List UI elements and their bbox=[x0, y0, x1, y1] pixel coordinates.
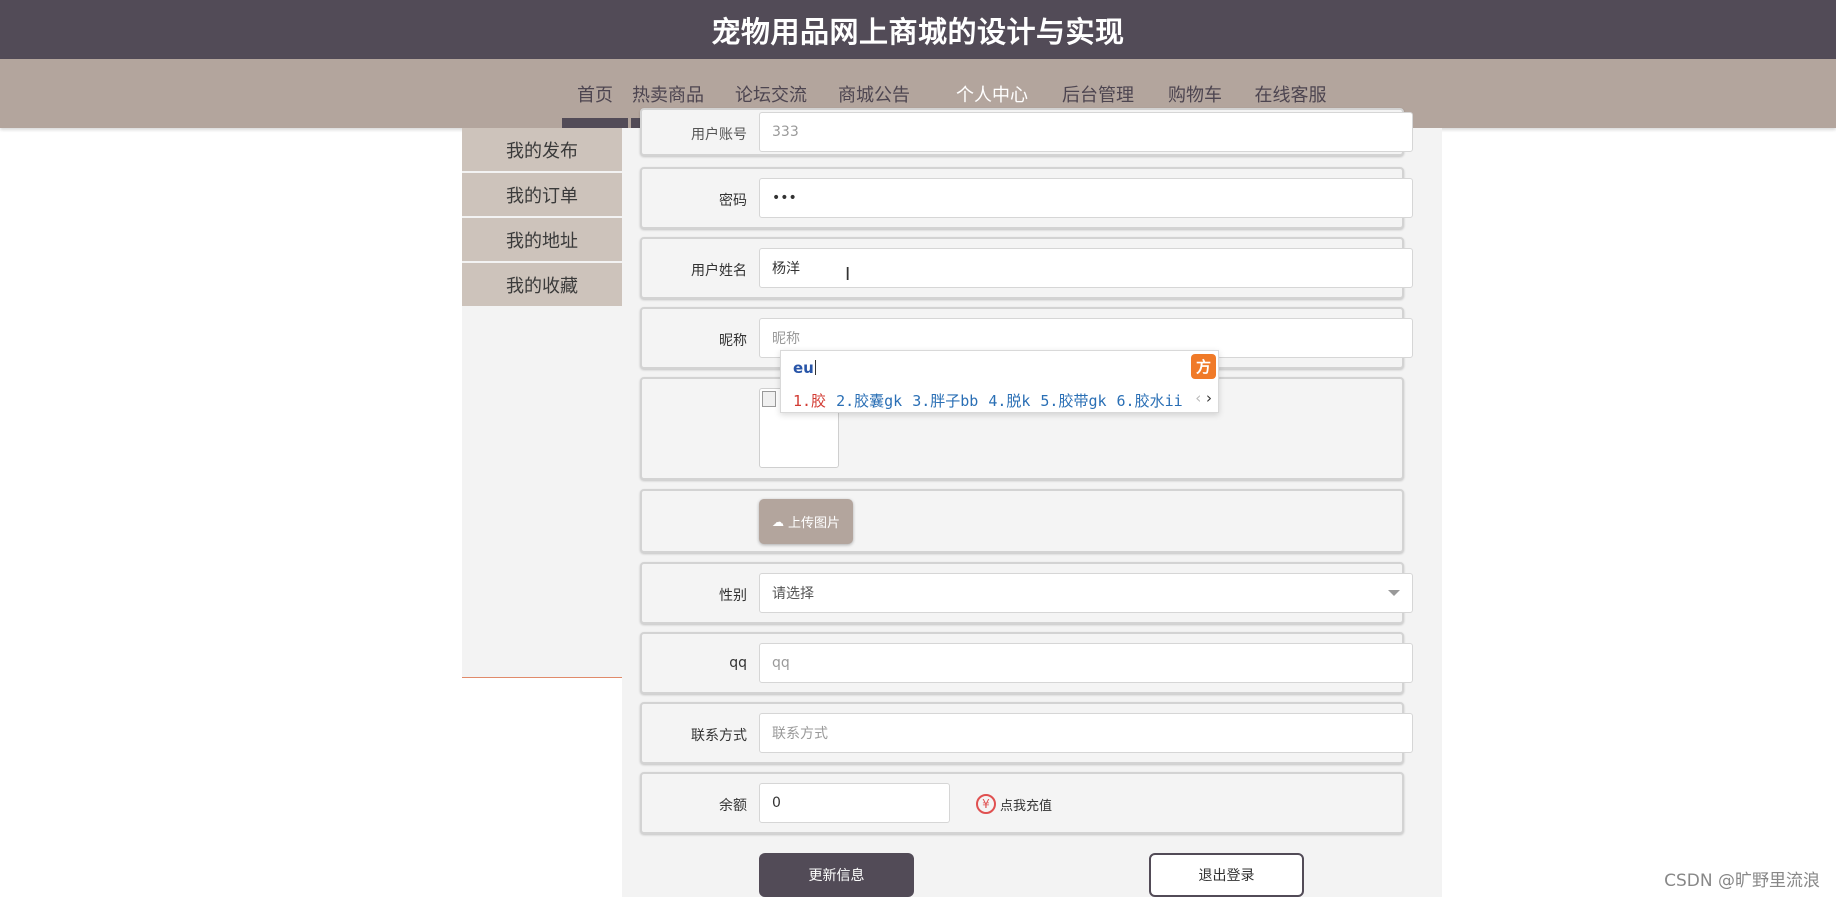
password-label: 密码 bbox=[719, 193, 747, 209]
watermark: CSDN @旷野里流浪 bbox=[1664, 871, 1820, 891]
recharge-link[interactable]: ¥ 点我充值 bbox=[976, 794, 1052, 814]
form-row-qq: qq qq bbox=[640, 632, 1413, 694]
update-info-button[interactable]: 更新信息 bbox=[759, 853, 914, 897]
sidebar-item-favorites[interactable]: 我的收藏 bbox=[462, 263, 622, 306]
cloud-upload-icon: ☁ bbox=[771, 514, 784, 529]
ime-candidate[interactable]: 3.胖子bb bbox=[912, 392, 978, 410]
password-field[interactable]: ••• bbox=[759, 178, 1413, 218]
ime-candidates: 1.胶 2.胶囊gk 3.胖子bb 4.脱k 5.胶带gk 6.胶水ii bbox=[793, 390, 1193, 411]
name-label: 用户姓名 bbox=[691, 263, 747, 279]
site-header: 宠物用品网上商城的设计与实现 bbox=[0, 0, 1836, 59]
sidebar-item-address[interactable]: 我的地址 bbox=[462, 218, 622, 261]
nav-item-home[interactable]: 首页 bbox=[562, 59, 628, 128]
site-title: 宠物用品网上商城的设计与实现 bbox=[711, 14, 1125, 49]
account-field[interactable]: 333 bbox=[759, 112, 1413, 152]
nav-item-label: 个人中心 bbox=[956, 84, 1028, 106]
gender-label: 性别 bbox=[719, 588, 747, 604]
nav-item-label: 商城公告 bbox=[838, 84, 910, 106]
form-row-password: 密码 ••• bbox=[640, 167, 1413, 229]
logout-button[interactable]: 退出登录 bbox=[1149, 853, 1304, 897]
sidebar-item-orders[interactable]: 我的订单 bbox=[462, 173, 622, 216]
ime-logo-icon: 方 bbox=[1191, 354, 1216, 379]
form-row-account: 用户账号 333 bbox=[640, 108, 1413, 156]
form-row-name: 用户姓名 杨洋 bbox=[640, 237, 1413, 299]
sidebar: 我的发布 我的订单 我的地址 我的收藏 bbox=[462, 128, 622, 678]
ime-candidate[interactable]: 2.胶囊gk bbox=[836, 392, 902, 410]
upload-image-button[interactable]: ☁ 上传图片 bbox=[759, 499, 853, 544]
upload-button-label: 上传图片 bbox=[787, 516, 840, 531]
recharge-label: 点我充值 bbox=[1000, 798, 1053, 814]
nav-item-label: 在线客服 bbox=[1254, 84, 1327, 106]
nav-item-label: 后台管理 bbox=[1062, 84, 1134, 106]
nav-item-label: 首页 bbox=[577, 84, 613, 106]
ime-candidate[interactable]: 6.胶水ii bbox=[1117, 392, 1183, 410]
prev-page-icon[interactable]: ‹ bbox=[1195, 389, 1201, 407]
form-row-contact: 联系方式 联系方式 bbox=[640, 702, 1413, 764]
sidebar-item-posts[interactable]: 我的发布 bbox=[462, 128, 622, 171]
ime-composition-text: eu bbox=[793, 359, 814, 377]
qq-field[interactable]: qq bbox=[759, 643, 1413, 683]
ime-candidate[interactable]: 4.脱k bbox=[988, 392, 1030, 410]
nav-item-label: 购物车 bbox=[1168, 84, 1222, 106]
gender-select-value: 请选择 bbox=[772, 586, 814, 602]
contact-label: 联系方式 bbox=[691, 728, 747, 744]
broken-image-icon bbox=[762, 391, 776, 407]
next-page-icon[interactable]: › bbox=[1206, 389, 1212, 407]
nickname-label: 昵称 bbox=[719, 333, 747, 349]
balance-field[interactable]: 0 bbox=[759, 783, 950, 823]
ime-page-arrows: ‹ › bbox=[1195, 389, 1212, 407]
ime-candidate[interactable]: 1.胶 bbox=[793, 392, 826, 410]
ime-composition: eu bbox=[793, 359, 816, 377]
balance-label: 余额 bbox=[719, 798, 747, 814]
form-row-gender: 性别 请选择 bbox=[640, 562, 1413, 624]
ime-candidate-popup: eu 方 1.胶 2.胶囊gk 3.胖子bb 4.脱k 5.胶带gk 6.胶水ii ‹ › bbox=[780, 350, 1219, 413]
account-label: 用户账号 bbox=[691, 127, 747, 143]
form-row-upload: ☁ 上传图片 bbox=[640, 489, 1404, 553]
qq-label: qq bbox=[729, 655, 747, 671]
contact-field[interactable]: 联系方式 bbox=[759, 713, 1413, 753]
ime-candidate[interactable]: 5.胶带gk bbox=[1040, 392, 1106, 410]
chevron-down-icon bbox=[1388, 590, 1400, 596]
name-field[interactable]: 杨洋 bbox=[759, 248, 1413, 288]
form-row-balance: 余额 0 ¥ 点我充值 bbox=[640, 772, 1404, 834]
text-cursor-icon: I bbox=[845, 264, 851, 285]
profile-form: 用户账号 333 密码 ••• 用户姓名 杨洋 昵称 昵称 ☁ 上传图片 性别 … bbox=[622, 108, 1442, 897]
yen-icon: ¥ bbox=[976, 794, 996, 814]
gender-select[interactable]: 请选择 bbox=[759, 573, 1413, 613]
